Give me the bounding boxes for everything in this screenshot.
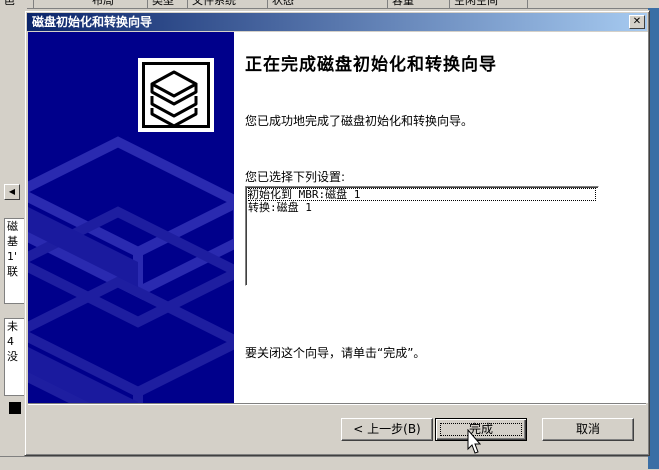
bg-col-free: 空闲空间 [450,0,528,8]
settings-summary-list[interactable]: 初始化到 MBR:磁盘 1 转换:磁盘 1 [245,186,599,286]
focus-ring [440,423,522,436]
bg-col-status: 状态 [268,0,388,8]
scroll-left-arrow-icon[interactable]: ◀ [4,184,20,200]
dialog-title: 磁盘初始化和转换向导 [32,15,153,29]
close-button[interactable]: ✕ [629,15,645,29]
settings-line[interactable]: 初始化到 MBR:磁盘 1 [248,188,596,201]
settings-label: 您已选择下列设置: [245,170,346,184]
background-disk-tile-1[interactable]: 磁 基 1' 联 [4,218,26,304]
mouse-cursor-icon [467,429,481,454]
cancel-button-label: 取消 [575,422,600,436]
button-separator [28,403,646,405]
bg-col-type: 类型 [148,0,188,8]
success-message: 您已成功地完成了磁盘初始化和转换向导。 [245,114,474,128]
background-list-header: 邑 布局 类型 文件系统 状态 容量 空闲空间 [0,0,659,9]
back-button[interactable]: < 上一步(B) [341,418,433,441]
cancel-button[interactable]: 取消 [542,418,634,441]
bg-col-filesystem: 文件系统 [188,0,268,8]
back-button-label: < 上一步(B) [353,422,421,436]
background-disk-tile-2[interactable]: 未 4 没 [4,318,26,396]
bg-col-volume: 邑 [0,0,34,8]
bg-col-capacity: 容量 [388,0,450,8]
bg-col-layout: 布局 [88,0,148,8]
wizard-content: 正在完成磁盘初始化和转换向导 您已成功地完成了磁盘初始化和转换向导。 您已选择下… [234,32,648,403]
legend-swatch [9,402,21,414]
wizard-dialog: 磁盘初始化和转换向导 ✕ 正在完成磁盘初始化和转换向导 您已成功地完成了磁盘初始… [24,10,650,456]
finish-button[interactable]: 完成 [435,418,527,441]
settings-line[interactable]: 转换:磁盘 1 [248,201,596,214]
wizard-side-panel [28,32,234,403]
close-instruction: 要关闭这个向导，请单击“完成”。 [245,346,426,360]
page-title: 正在完成磁盘初始化和转换向导 [245,55,497,75]
background-status-bar [0,456,659,470]
disk-stack-watermark-icon [28,58,234,403]
dialog-titlebar[interactable]: 磁盘初始化和转换向导 ✕ [27,13,647,31]
